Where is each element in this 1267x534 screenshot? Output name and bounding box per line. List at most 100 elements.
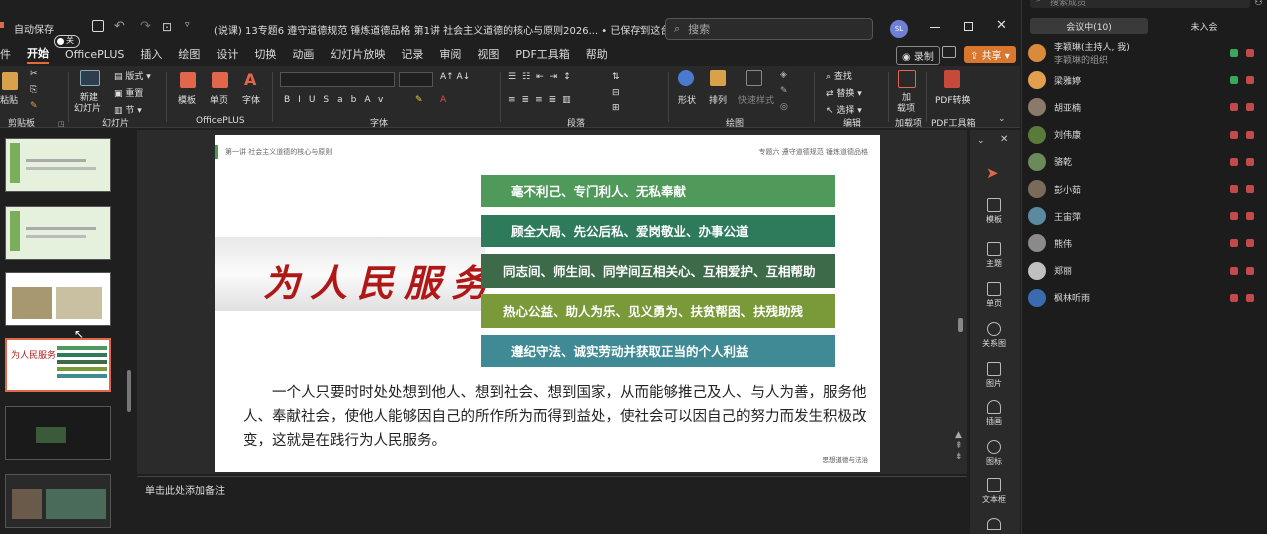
font-size-box[interactable] [399, 72, 433, 87]
pdf-convert-label[interactable]: PDF转换 [935, 93, 971, 106]
camera-icon[interactable] [1246, 293, 1254, 302]
addins-icon[interactable] [898, 70, 916, 88]
slide-thumbnail[interactable] [5, 406, 111, 460]
minimize-icon[interactable] [930, 27, 940, 28]
pdf-convert-icon[interactable] [944, 70, 960, 88]
comments-icon[interactable] [942, 46, 956, 58]
camera-icon[interactable] [1246, 103, 1254, 112]
paste-button-label[interactable]: 粘贴 [0, 93, 18, 106]
designer-single-page[interactable]: 单页 [970, 282, 1018, 309]
font-button-label[interactable]: 字体 [242, 93, 260, 106]
camera-icon[interactable] [1246, 157, 1254, 166]
tab-record[interactable]: 记录 [401, 46, 423, 62]
camera-icon[interactable] [1246, 130, 1254, 139]
slide-thumbnail[interactable] [5, 272, 111, 326]
smartart-icon[interactable]: ⊞ [612, 103, 620, 113]
tab-slideshow[interactable]: 幻灯片放映 [330, 46, 385, 62]
chevron-down-icon[interactable]: ⌄ [977, 136, 985, 146]
member-search-box[interactable]: ⌕ 搜索成员 [1030, 0, 1250, 8]
restore-icon[interactable] [964, 22, 973, 31]
chevron-down-icon[interactable]: ⌄ [638, 22, 645, 31]
addins-label-2[interactable]: 载项 [897, 101, 915, 114]
designer-textbox[interactable]: 文本框 [970, 478, 1018, 505]
quick-style-label[interactable]: 快速样式 [738, 93, 774, 106]
close-icon[interactable]: ✕ [996, 18, 1007, 33]
shape-fill-icon[interactable]: ◈ [780, 70, 787, 80]
dialog-launcher-icon[interactable]: ◳ [58, 120, 65, 128]
microphone-icon[interactable] [1230, 157, 1238, 166]
camera-icon[interactable] [1246, 49, 1254, 57]
slide-thumbnail[interactable] [5, 474, 111, 528]
align-buttons[interactable]: ≡≣≡≣▥ [508, 95, 577, 105]
member-row[interactable]: 彭小茹 [1028, 178, 1262, 200]
highlight-icon[interactable]: ✎ [415, 95, 423, 105]
member-row[interactable]: 熊伟 [1028, 232, 1262, 254]
align-text-icon[interactable]: ⊟ [612, 88, 620, 98]
text-direction-icon[interactable]: ⇅ [612, 72, 620, 82]
designer-relationship[interactable]: 关系图 [970, 322, 1018, 349]
microphone-icon[interactable] [1230, 103, 1238, 112]
copy-icon[interactable]: ⎘ [30, 85, 37, 95]
tab-design[interactable]: 设计 [216, 46, 238, 62]
replace-button[interactable]: ⇄ 替换 ▾ [826, 86, 862, 99]
camera-icon[interactable] [1246, 76, 1254, 85]
tab-transitions[interactable]: 切换 [254, 46, 276, 62]
shape-label[interactable]: 形状 [678, 93, 696, 106]
collapse-ribbon-icon[interactable]: ⌄ [998, 114, 1006, 124]
gauge-icon[interactable] [987, 518, 1001, 530]
slide-thumbnail-selected[interactable]: 为人民服务 [5, 338, 111, 392]
designer-template[interactable]: 模板 [970, 198, 1018, 225]
member-row[interactable]: 王宙萍 [1028, 205, 1262, 227]
present-from-start-icon[interactable]: ⊡ [162, 20, 172, 34]
microphone-icon[interactable] [1230, 293, 1238, 302]
notes-pane[interactable]: 单击此处添加备注 [137, 476, 967, 534]
microphone-icon[interactable] [1230, 239, 1238, 248]
slide-thumbnail[interactable] [5, 138, 111, 192]
redo-icon[interactable]: ↷ [140, 19, 151, 34]
member-row[interactable]: 骆乾 [1028, 151, 1262, 173]
tab-help[interactable]: 帮助 [586, 46, 608, 62]
microphone-icon[interactable] [1230, 212, 1238, 221]
user-avatar[interactable]: SL [890, 20, 908, 38]
add-member-icon[interactable]: ⚇ [1254, 0, 1263, 8]
close-pane-icon[interactable]: ✕ [1000, 134, 1008, 145]
member-row[interactable]: 郑丽 [1028, 260, 1262, 282]
template-label[interactable]: 模板 [178, 93, 196, 106]
designer-theme[interactable]: 主题 [970, 242, 1018, 269]
shape-outline-icon[interactable]: ✎ [780, 86, 788, 96]
microphone-icon[interactable] [1230, 49, 1238, 57]
record-button[interactable]: ◉ 录制 [896, 46, 940, 65]
arrange-label[interactable]: 排列 [709, 93, 727, 106]
font-format-buttons[interactable]: BIUSabAv [284, 95, 391, 105]
cut-icon[interactable]: ✂ [30, 69, 38, 79]
search-box[interactable]: ⌕ 搜索 [665, 18, 873, 40]
reset-button[interactable]: ▣ 重置 [114, 86, 143, 99]
member-row[interactable]: 梁雅婷 [1028, 69, 1262, 91]
tab-review[interactable]: 审阅 [439, 46, 461, 62]
microphone-icon[interactable] [1230, 130, 1238, 139]
layout-button[interactable]: ▤ 版式 ▾ [114, 69, 151, 82]
list-buttons[interactable]: ☰☷⇤⇥↕ [508, 72, 577, 82]
shape-effects-icon[interactable]: ◎ [780, 102, 788, 112]
font-name-box[interactable] [280, 72, 395, 87]
microphone-icon[interactable] [1230, 185, 1238, 193]
tab-not-joined[interactable]: 未入会 [1148, 18, 1260, 34]
microphone-icon[interactable] [1230, 76, 1238, 85]
tab-file[interactable]: 件 [0, 46, 11, 62]
customize-toolbar-icon[interactable]: ▿ [185, 20, 190, 30]
undo-icon[interactable]: ↶ [114, 19, 125, 34]
section-button[interactable]: ▥ 节 ▾ [114, 103, 142, 116]
tab-view[interactable]: 视图 [477, 46, 499, 62]
quick-style-icon[interactable] [746, 70, 762, 86]
slide-nav-icons[interactable]: ▲ ⇞ ⇟ [955, 430, 963, 463]
current-slide[interactable]: 第一讲 社会主义道德的核心与原则 专题六 遵守道德规范 锤炼道德品格 为人民服务… [215, 135, 880, 472]
select-button[interactable]: ↖ 选择 ▾ [826, 103, 862, 116]
camera-icon[interactable] [1246, 239, 1254, 248]
tab-pdf-toolbox[interactable]: PDF工具箱 [515, 46, 569, 62]
single-page-icon[interactable] [212, 72, 228, 88]
camera-icon[interactable] [1246, 212, 1254, 221]
designer-picture[interactable]: 图片 [970, 362, 1018, 389]
font-color-icon[interactable]: A [440, 95, 446, 105]
single-page-label[interactable]: 单页 [210, 93, 228, 106]
template-icon[interactable] [180, 72, 196, 88]
